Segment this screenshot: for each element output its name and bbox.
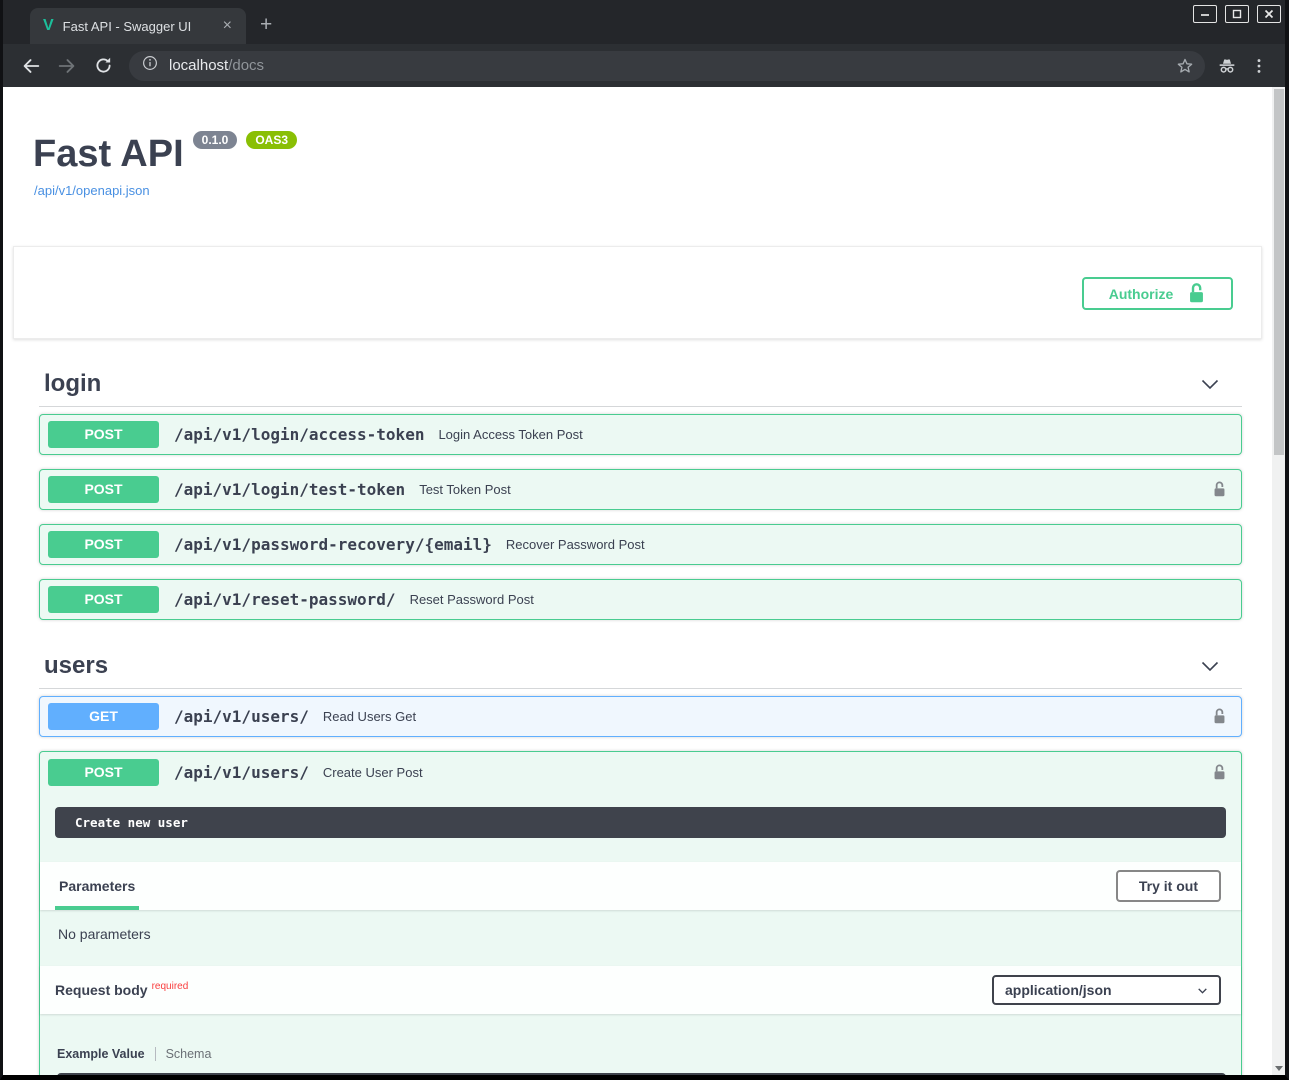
tag-section-login: login POST /api/v1/login/access-token Lo…	[39, 361, 1242, 643]
tag-title: login	[44, 370, 101, 398]
scheme-container: Authorize	[13, 246, 1262, 339]
tab-close-icon[interactable]: ×	[219, 17, 236, 35]
new-tab-button[interactable]: +	[260, 13, 272, 37]
oas3-badge: OAS3	[246, 131, 297, 149]
authorize-label: Authorize	[1109, 286, 1174, 302]
auth-lock-icon[interactable]	[1210, 705, 1229, 728]
endpoint-summary: Login Access Token Post	[438, 427, 582, 442]
tab-example-value[interactable]: Example Value	[57, 1047, 145, 1061]
model-tabs: Example Value Schema	[57, 1047, 1226, 1061]
tag-rows: POST /api/v1/login/access-token Login Ac…	[39, 407, 1242, 643]
scrollbar-thumb[interactable]	[1274, 89, 1284, 455]
method-badge: POST	[48, 476, 159, 503]
tab-divider	[155, 1047, 156, 1061]
endpoint-path: /api/v1/login/access-token	[174, 425, 424, 444]
scroll-down-button[interactable]	[1275, 1066, 1283, 1071]
auth-lock-icon[interactable]	[1210, 761, 1229, 784]
endpoint-row[interactable]: POST /api/v1/password-recovery/{email} R…	[39, 524, 1242, 565]
forward-button[interactable]	[53, 52, 81, 80]
url-path: /docs	[228, 57, 264, 74]
tab-strip: V Fast API - Swagger UI × +	[3, 0, 1285, 44]
content-type-value: application/json	[1005, 982, 1112, 998]
endpoint-path: /api/v1/users/	[174, 707, 309, 726]
example-code-block: {	[57, 1073, 1226, 1075]
tab-schema[interactable]: Schema	[166, 1047, 212, 1061]
reload-button[interactable]	[89, 52, 117, 80]
maximize-button[interactable]	[1225, 5, 1249, 23]
auth-lock-icon[interactable]	[1210, 478, 1229, 501]
tag-rows: GET /api/v1/users/ Read Users Get POST /…	[39, 689, 1242, 1075]
endpoint-summary: Test Token Post	[419, 482, 511, 497]
method-badge: POST	[48, 759, 159, 786]
endpoint-path: /api/v1/reset-password/	[174, 590, 396, 609]
swagger-page: Fast API 0.1.0 OAS3 /api/v1/openapi.json A…	[3, 87, 1272, 1075]
browser-window: V Fast API - Swagger UI × + localhost/do…	[0, 0, 1289, 1080]
endpoint-row[interactable]: POST /api/v1/users/ Create User Post	[40, 752, 1241, 793]
endpoint-summary: Read Users Get	[323, 709, 416, 724]
endpoint-path: /api/v1/login/test-token	[174, 480, 405, 499]
browser-tab[interactable]: V Fast API - Swagger UI ×	[30, 8, 246, 44]
method-badge: POST	[48, 421, 159, 448]
tag-header-users[interactable]: users	[39, 643, 1242, 689]
endpoint-row[interactable]: POST /api/v1/reset-password/ Reset Passw…	[39, 579, 1242, 620]
chevron-down-icon[interactable]	[1198, 654, 1222, 678]
fastapi-favicon-icon: V	[43, 17, 54, 35]
page-scrollbar[interactable]	[1272, 87, 1285, 1075]
tag-section-users: users GET /api/v1/users/ Read Users Get	[39, 643, 1242, 1075]
no-parameters-text: No parameters	[40, 910, 1241, 966]
operations-list: login POST /api/v1/login/access-token Lo…	[39, 361, 1242, 1075]
content-type-select[interactable]: application/json	[992, 975, 1221, 1005]
request-body-header: Request bodyrequired application/json	[40, 966, 1241, 1014]
endpoint-row[interactable]: GET /api/v1/users/ Read Users Get	[39, 696, 1242, 737]
try-it-out-button[interactable]: Try it out	[1116, 870, 1221, 902]
endpoint-summary: Recover Password Post	[506, 537, 645, 552]
endpoint-path: /api/v1/users/	[174, 763, 309, 782]
site-info-icon[interactable]	[141, 54, 159, 77]
request-body-label: Request bodyrequired	[55, 981, 188, 1000]
bookmark-star-icon[interactable]	[1175, 56, 1195, 76]
authorize-button[interactable]: Authorize	[1082, 277, 1233, 310]
method-badge: POST	[48, 586, 159, 613]
chevron-down-icon[interactable]	[1198, 372, 1222, 396]
endpoint-path: /api/v1/password-recovery/{email}	[174, 535, 492, 554]
version-badge: 0.1.0	[193, 131, 238, 149]
endpoint-summary: Reset Password Post	[410, 592, 534, 607]
url-host: localhost	[169, 57, 228, 74]
openapi-spec-link[interactable]: /api/v1/openapi.json	[34, 183, 1272, 198]
endpoint-summary: Create User Post	[323, 765, 423, 780]
window-controls	[1193, 5, 1281, 23]
browser-menu-icon[interactable]	[1243, 51, 1275, 81]
close-button[interactable]	[1257, 5, 1281, 23]
page-title: Fast API	[33, 133, 184, 175]
api-info: Fast API 0.1.0 OAS3 /api/v1/openapi.json	[3, 87, 1272, 198]
expanded-operation: POST /api/v1/users/ Create User Post Cre…	[39, 751, 1242, 1075]
tag-title: users	[44, 652, 108, 680]
required-badge: required	[152, 981, 189, 992]
minimize-button[interactable]	[1193, 5, 1217, 23]
page-viewport: Fast API 0.1.0 OAS3 /api/v1/openapi.json A…	[3, 87, 1285, 1075]
model-example-area: Example Value Schema {	[40, 1014, 1241, 1075]
parameters-label: Parameters	[55, 862, 139, 910]
browser-toolbar: localhost/docs	[3, 44, 1285, 87]
unlock-icon	[1187, 282, 1206, 305]
url-text: localhost/docs	[169, 57, 1175, 74]
parameters-header: Parameters Try it out	[40, 862, 1241, 910]
method-badge: POST	[48, 531, 159, 558]
tag-header-login[interactable]: login	[39, 361, 1242, 407]
endpoint-row[interactable]: POST /api/v1/login/access-token Login Ac…	[39, 414, 1242, 455]
tab-title: Fast API - Swagger UI	[63, 19, 219, 34]
back-button[interactable]	[17, 52, 45, 80]
method-badge: GET	[48, 703, 159, 730]
operation-description: Create new user	[55, 807, 1226, 838]
endpoint-row[interactable]: POST /api/v1/login/test-token Test Token…	[39, 469, 1242, 510]
address-bar[interactable]: localhost/docs	[129, 51, 1205, 81]
select-chevron-icon	[1196, 984, 1209, 997]
incognito-icon	[1211, 51, 1243, 81]
